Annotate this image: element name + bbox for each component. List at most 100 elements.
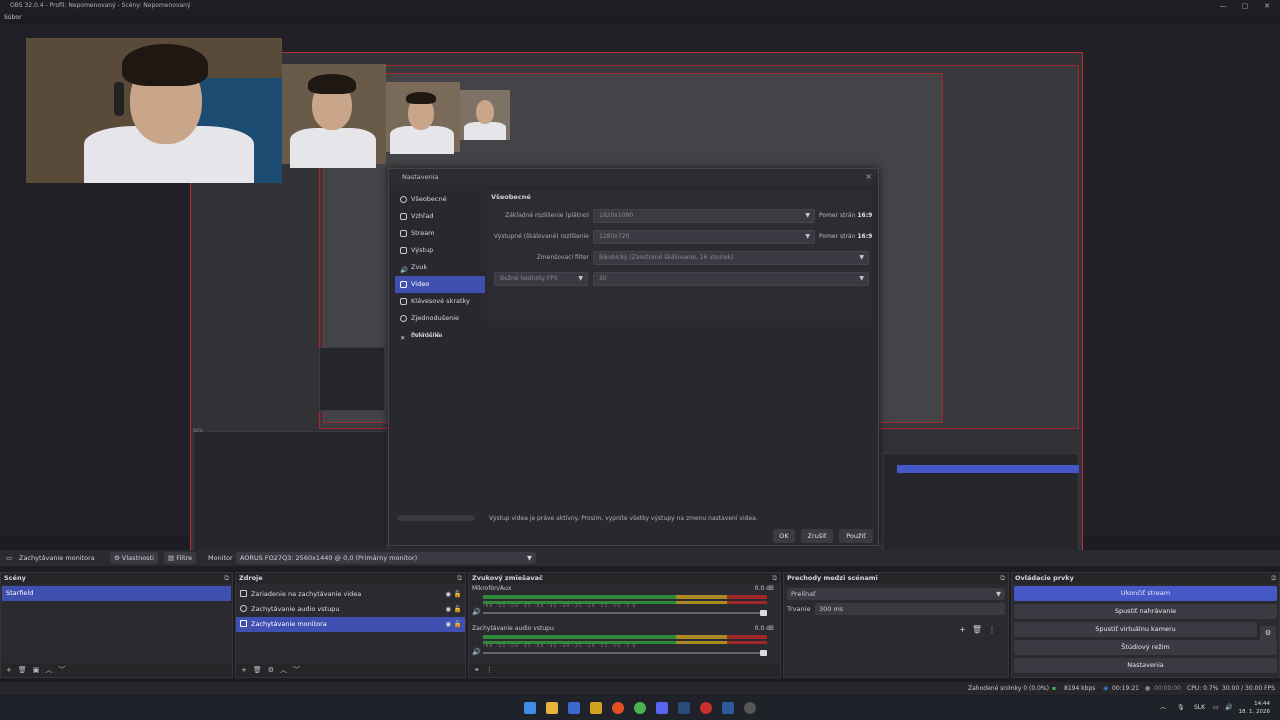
nested-stop-stream	[897, 465, 1079, 473]
mixer-channel: Mikrofón/Aux 0.0 dB -60 -55 -50 -45 -40 …	[469, 584, 780, 624]
base-resolution-select[interactable]: 1920x1080 ▼	[593, 209, 815, 223]
lock-icon[interactable]: 🔓	[454, 587, 462, 602]
nav-appearance[interactable]: Vzhľad	[395, 208, 485, 225]
duration-input[interactable]: 300 ms	[815, 603, 1005, 615]
eye-icon[interactable]: ◉	[445, 602, 451, 617]
volume-slider[interactable]	[483, 610, 767, 616]
eye-icon[interactable]: ◉	[445, 587, 451, 602]
popout-icon[interactable]: ⧉	[457, 573, 462, 584]
close-icon[interactable]: ✕	[1256, 0, 1278, 12]
up-icon[interactable]: ︿	[45, 666, 58, 674]
volume-knob[interactable]	[760, 650, 767, 656]
downscale-filter-label: Zmenšovací filter	[536, 254, 589, 261]
nav-general[interactable]: Všeobecné	[395, 191, 485, 208]
base-resolution-label: Základné rozlíšenie (plátno)	[505, 212, 589, 219]
lock-icon[interactable]: 🔓	[454, 602, 462, 617]
obs-icon[interactable]	[744, 702, 756, 714]
output-resolution-select[interactable]: 1280x720 ▼	[593, 230, 815, 244]
settings-dialog-title: Nastavenia	[389, 169, 878, 185]
nav-hotkeys[interactable]: Klávesové skratky	[395, 293, 485, 310]
trash-icon[interactable]: 🗑	[972, 625, 988, 634]
transition-select[interactable]: Prelínať ▼	[787, 588, 1005, 600]
taskbar-clock[interactable]: 14:44 18. 1. 2026	[1239, 700, 1271, 716]
eye-icon[interactable]: ◉	[445, 617, 451, 632]
app-icon[interactable]	[590, 702, 602, 714]
source-item[interactable]: Zariadenie na zachytávanie videa ◉ 🔓	[236, 587, 465, 602]
nav-stream[interactable]: Stream	[395, 225, 485, 242]
cancel-button[interactable]: Zrušiť	[801, 529, 833, 543]
properties-button[interactable]: ⚙ Vlastnosti	[110, 552, 158, 564]
language-indicator[interactable]: SLK	[1194, 696, 1205, 720]
speaker-icon[interactable]: 🔊	[1225, 696, 1232, 720]
add-icon[interactable]: +	[6, 666, 18, 674]
trash-icon[interactable]: 🗑	[18, 666, 33, 674]
speaker-icon[interactable]: 🔊	[472, 608, 481, 616]
apply-button[interactable]: Použiť	[839, 529, 873, 543]
down-icon[interactable]: ﹀	[293, 666, 306, 674]
steam-icon[interactable]	[722, 702, 734, 714]
ok-button[interactable]: OK	[773, 529, 795, 543]
filter-icon[interactable]: ▣	[33, 666, 46, 674]
settings-button[interactable]: Nastavenia	[1014, 658, 1277, 673]
gear-icon[interactable]: ⚙	[268, 666, 280, 674]
stop-stream-button[interactable]: Ukončiť stream	[1014, 586, 1277, 601]
app-icon[interactable]	[700, 702, 712, 714]
volume-knob[interactable]	[760, 610, 767, 616]
chrome-icon[interactable]	[634, 702, 646, 714]
network-icon[interactable]: ▭	[1213, 696, 1219, 720]
studio-mode-button[interactable]: Štúdiový režim	[1014, 640, 1277, 655]
more-icon[interactable]: ⋮	[988, 625, 1002, 634]
start-recording-button[interactable]: Spustiť nahrávanie	[1014, 604, 1277, 619]
steam-icon[interactable]	[678, 702, 690, 714]
tray-chevron-icon[interactable]: ︿	[1160, 696, 1166, 720]
store-icon[interactable]	[568, 702, 580, 714]
settings-dialog[interactable]: Nastavenia × Všeobecné Vzhľad Stream Výs…	[388, 168, 879, 546]
maximize-icon[interactable]: ▢	[1234, 0, 1256, 12]
menu-file[interactable]: Súbor	[4, 14, 22, 21]
more-icon[interactable]: ⋮	[486, 666, 499, 674]
speaker-icon[interactable]: 🔊	[472, 648, 481, 656]
stream-time: 00:19:21	[1112, 685, 1139, 692]
settings-nav: Všeobecné Vzhľad Stream Výstup 🔊 Zvuk Vid…	[395, 191, 485, 521]
browser-icon[interactable]	[612, 702, 624, 714]
add-icon[interactable]: +	[241, 666, 253, 674]
down-icon[interactable]: ﹀	[58, 666, 71, 674]
source-item[interactable]: Zachytávanie audio vstupu ◉ 🔓	[236, 602, 465, 617]
folder-icon[interactable]	[546, 702, 558, 714]
webcam-feed-echo-2	[386, 82, 460, 154]
popout-icon[interactable]: ⧉	[772, 573, 777, 584]
discord-icon[interactable]	[656, 702, 668, 714]
popout-icon[interactable]: ⧉	[1000, 573, 1005, 584]
source-item[interactable]: Zachytávanie monitora ◉ 🔓	[236, 617, 465, 632]
nav-advanced[interactable]: ✕ Pokročilé	[395, 327, 485, 344]
chevron-down-icon: ▼	[996, 590, 1001, 598]
webcam-feed	[26, 38, 282, 183]
minimize-icon[interactable]: —	[1212, 0, 1234, 12]
lock-icon[interactable]: 🔓	[454, 617, 462, 632]
close-icon[interactable]: ×	[865, 169, 872, 185]
nav-accessibility[interactable]: Zjednodušenie ovládania	[395, 310, 485, 339]
nav-audio[interactable]: 🔊 Zvuk	[395, 259, 485, 276]
microphone-icon[interactable]: 🎙	[1177, 696, 1185, 720]
volume-slider[interactable]	[483, 650, 767, 656]
gear-icon[interactable]: ⚙	[1260, 626, 1276, 641]
nav-video[interactable]: Video	[395, 276, 485, 293]
add-icon[interactable]: +	[959, 625, 972, 634]
link-icon[interactable]: ⚭	[474, 666, 486, 674]
trash-icon[interactable]: 🗑	[253, 666, 268, 674]
up-icon[interactable]: ︿	[280, 666, 293, 674]
fps-value-select[interactable]: 30 ▼	[593, 272, 869, 286]
scene-item[interactable]: Starfield	[2, 586, 231, 601]
monitor-select[interactable]: AORUS FO27Q3: 2560x1440 @ 0,0 (Primárny …	[236, 552, 536, 564]
popout-icon[interactable]: ⧉	[224, 573, 229, 584]
filters-button[interactable]: ▤ Filtre	[164, 552, 197, 564]
nav-output[interactable]: Výstup	[395, 242, 485, 259]
fps-type-select[interactable]: Bežné hodnoty FPS ▼	[494, 272, 588, 286]
nav-scrollbar[interactable]	[397, 515, 475, 521]
status-bar: Zahodené snímky 0 (0.0%) ▪ 8194 kbps ◉ 0…	[0, 682, 1280, 695]
start-virtual-camera-button[interactable]: Spustiť virtuálnu kameru	[1014, 622, 1257, 637]
popout-icon[interactable]: ⧉	[1271, 573, 1276, 584]
start-icon[interactable]	[524, 702, 536, 714]
downscale-filter-select[interactable]: Bikubický (Zaostrené škálovanie, 16 vzor…	[593, 251, 869, 265]
duration-row: Trvanie 300 ms	[787, 603, 1005, 615]
